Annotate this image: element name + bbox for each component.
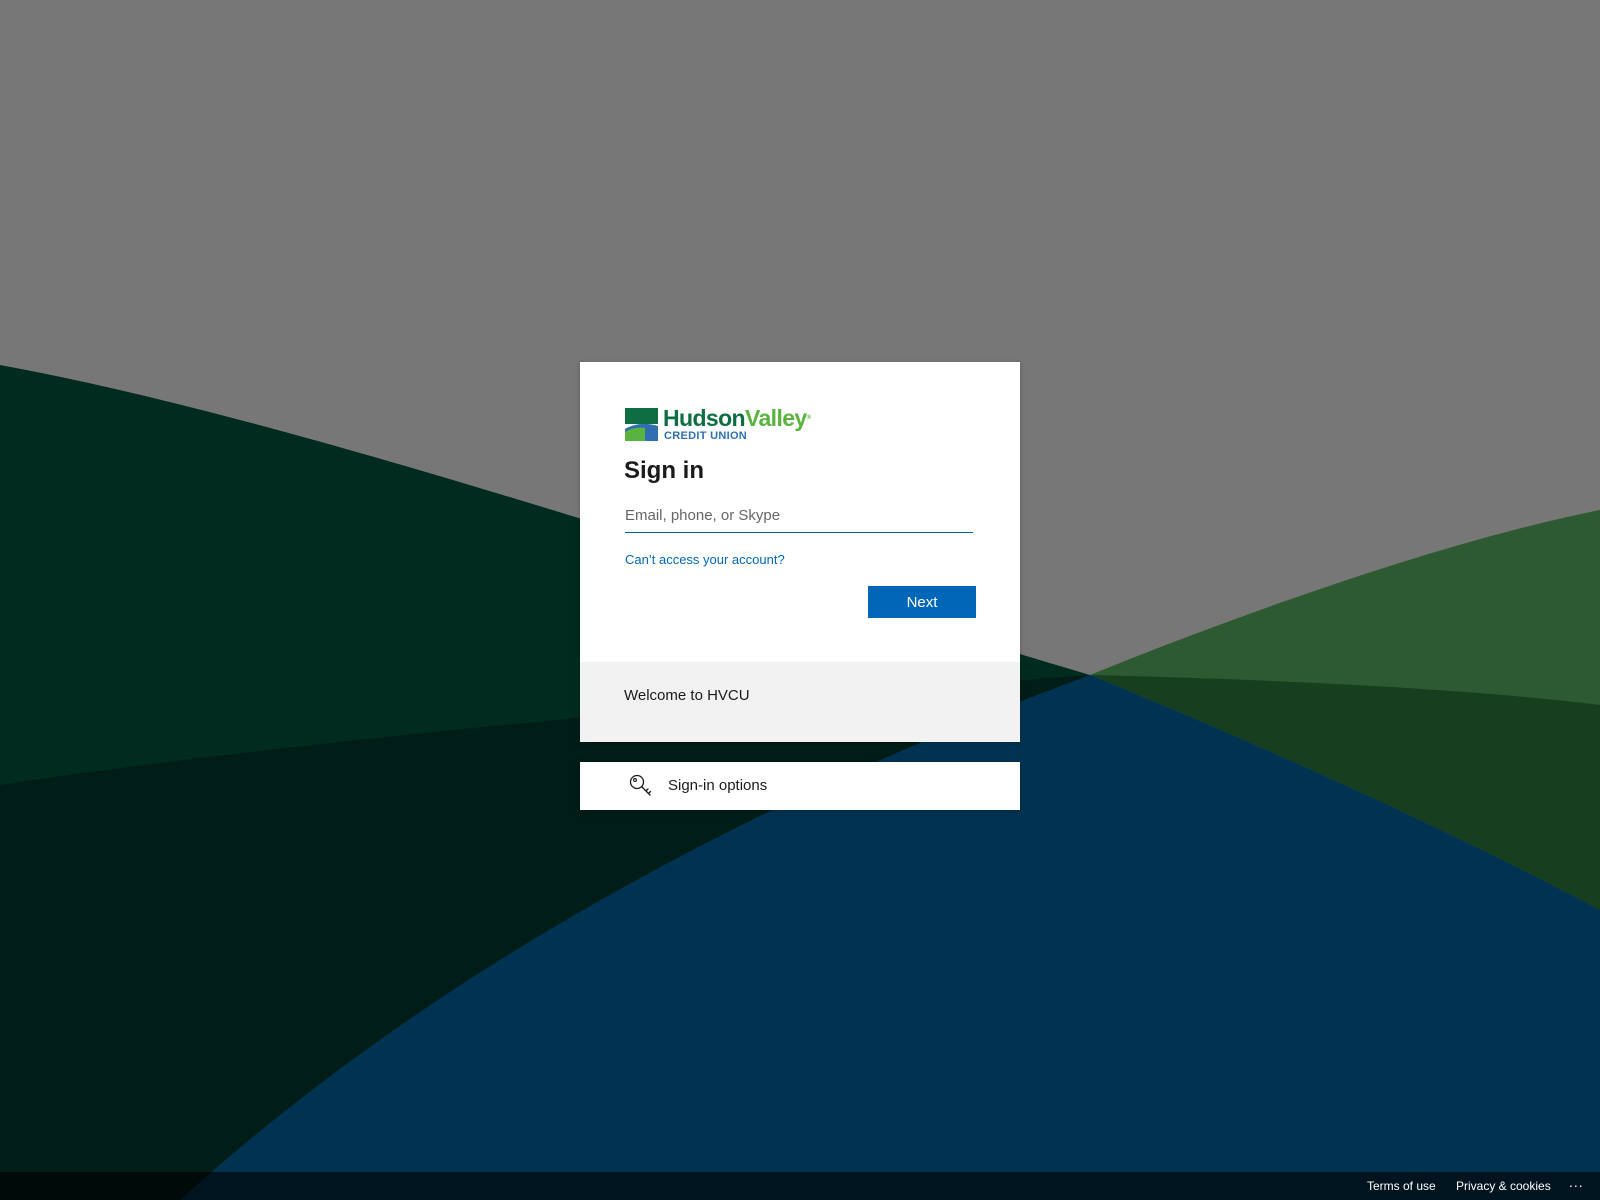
privacy-cookies-link[interactable]: Privacy & cookies — [1456, 1179, 1551, 1193]
signin-card: HudsonValley® CREDIT UNION Sign in Can’t… — [580, 362, 1020, 742]
hvcu-logo: HudsonValley® CREDIT UNION — [625, 405, 825, 444]
more-options-button[interactable]: ... — [1569, 1174, 1584, 1190]
email-field[interactable] — [625, 498, 973, 533]
signin-options-label: Sign-in options — [668, 777, 768, 794]
hvcu-logo-mark — [625, 408, 658, 441]
welcome-banner: Welcome to HVCU — [580, 662, 1020, 742]
hvcu-logo-subtitle: CREDIT UNION — [664, 430, 748, 442]
page-title: Sign in — [624, 457, 704, 484]
terms-of-use-link[interactable]: Terms of use — [1367, 1179, 1436, 1193]
next-button[interactable]: Next — [868, 586, 976, 618]
welcome-text: Welcome to HVCU — [624, 687, 750, 704]
key-icon — [629, 774, 652, 796]
cant-access-account-link[interactable]: Can’t access your account? — [625, 552, 785, 567]
footer: Terms of use Privacy & cookies ... — [0, 1172, 1600, 1200]
signin-options-button[interactable]: Sign-in options — [580, 762, 1020, 810]
hvcu-logo-wordmark: HudsonValley® — [663, 405, 811, 431]
